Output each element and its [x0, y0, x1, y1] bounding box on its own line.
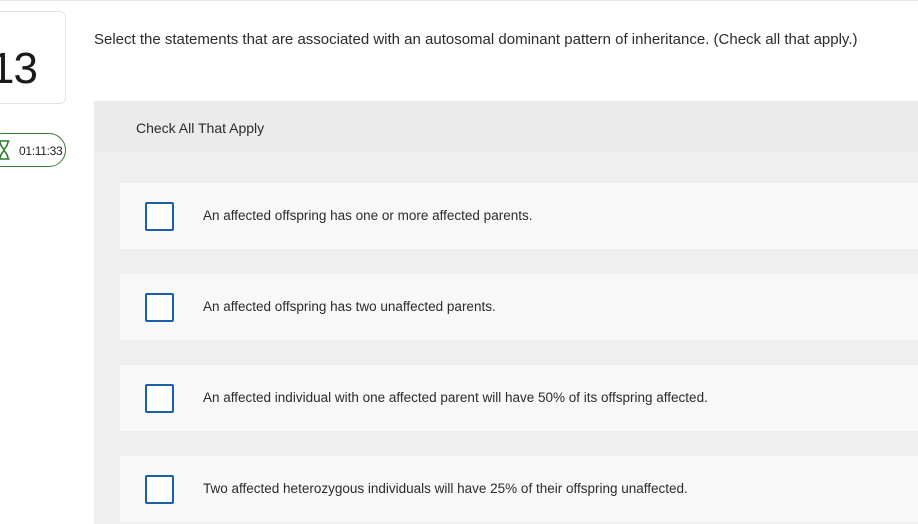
question-number: 13 [0, 44, 38, 93]
option-3-checkbox[interactable] [145, 384, 174, 413]
check-all-label: Check All That Apply [136, 120, 265, 136]
option-2[interactable]: An affected offspring has two unaffected… [120, 274, 918, 340]
answer-panel: Check All That Apply An affected offspri… [94, 101, 918, 524]
panel-header: Check All That Apply [94, 101, 918, 152]
option-1[interactable]: An affected offspring has one or more af… [120, 183, 918, 249]
option-4-label: Two affected heterozygous individuals wi… [203, 481, 688, 496]
question-page: 13 01:11:33 Select the statements that a… [0, 0, 918, 524]
option-1-checkbox[interactable] [145, 202, 174, 231]
option-4-checkbox[interactable] [145, 475, 174, 504]
question-prompt: Select the statements that are associate… [94, 31, 858, 48]
option-2-checkbox[interactable] [145, 293, 174, 322]
timer-value: 01:11:33 [19, 144, 63, 158]
option-1-label: An affected offspring has one or more af… [203, 208, 533, 223]
timer-badge[interactable]: 01:11:33 [0, 133, 66, 167]
option-4[interactable]: Two affected heterozygous individuals wi… [120, 456, 918, 522]
question-number-card: 13 [0, 11, 66, 104]
option-3-label: An affected individual with one affected… [203, 390, 708, 405]
top-divider [0, 0, 918, 1]
hourglass-icon [0, 140, 10, 160]
option-2-label: An affected offspring has two unaffected… [203, 299, 496, 314]
option-3[interactable]: An affected individual with one affected… [120, 365, 918, 431]
